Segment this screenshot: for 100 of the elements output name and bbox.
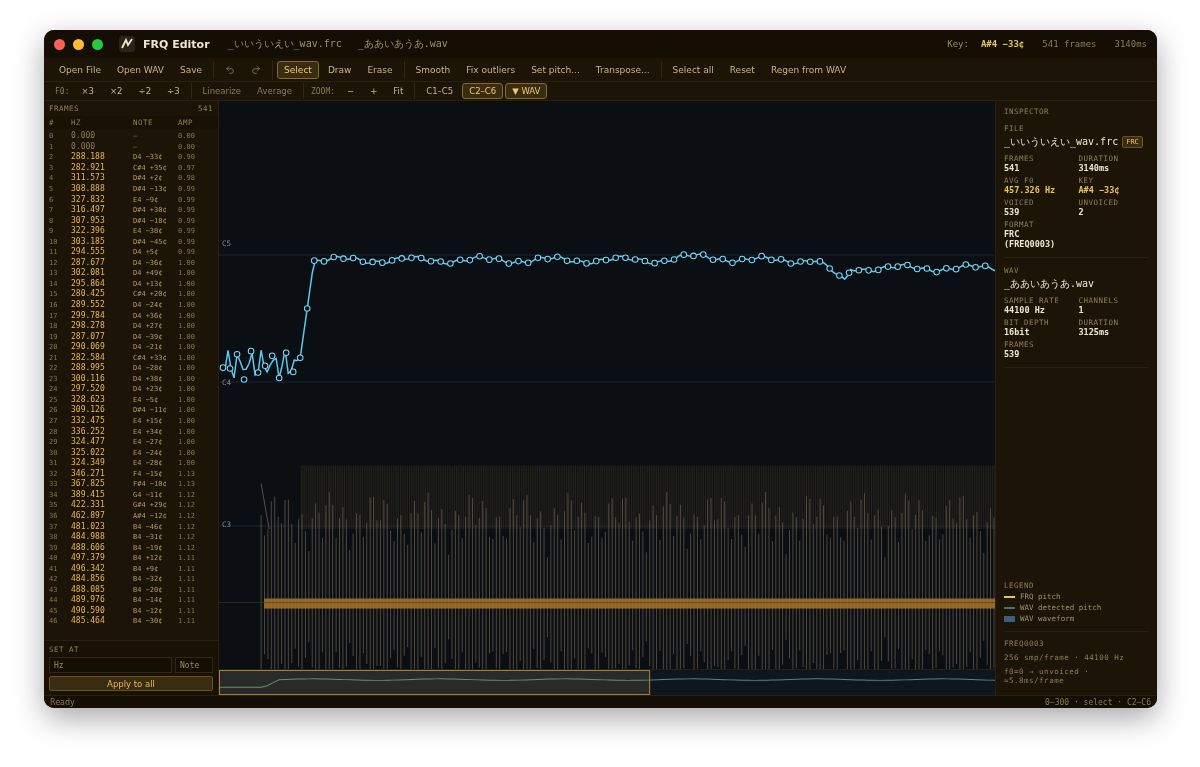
table-cell-text: 485.464 [71, 616, 106, 627]
table-cell-text: 287.077 [71, 331, 106, 342]
field-value: 539 [1004, 349, 1021, 359]
apply-button[interactable]: Apply to all [49, 676, 213, 691]
table-cell-text: 300.116 [71, 373, 106, 384]
table-cell-text: 308.888 [71, 184, 106, 194]
field-value: 3125ms [1078, 327, 1111, 337]
status-info: 0–300 · select · C2–C6 [1045, 697, 1151, 707]
table-cell-text: 295.864 [71, 278, 106, 289]
table-cell-text: 488.606 [71, 542, 106, 553]
toolbar-button[interactable]: C2–C6 [462, 83, 504, 99]
field-value: 3140ms [1078, 163, 1111, 173]
app-title: FRQ Editor [143, 37, 210, 51]
table-cell-text: 309.126 [71, 405, 106, 416]
file-name: _いいういえい_wav.frc [1004, 135, 1119, 149]
toolbar-button[interactable]: Transpose... [588, 60, 657, 79]
table-cell-text: 307.953 [71, 215, 106, 226]
table-cell-text: 0.000 [71, 141, 97, 152]
table-cell-text: 324.349 [71, 458, 106, 469]
table-cell-text: 497.379 [71, 553, 106, 564]
status-text: Ready [50, 697, 75, 707]
file-name: _ああいあうあ.wav [357, 37, 448, 51]
table-cell-text: 484.856 [71, 574, 106, 585]
table-cell-text: 294.555 [71, 247, 106, 258]
table-cell-text: 496.342 [71, 563, 106, 574]
toolbar-label: F0: [54, 86, 71, 96]
table-cell-text: 302.081 [71, 268, 106, 279]
note-field[interactable]: Note [175, 657, 213, 673]
table-cell-text: 325.022 [71, 447, 106, 458]
table-cell-text: 311.573 [71, 173, 106, 184]
table-cell-text: 324.477 [71, 437, 106, 448]
toolbar-button[interactable]: Open File [52, 60, 108, 79]
toolbar-button[interactable]: C1–C5 [419, 83, 461, 99]
table-cell-text: 282.584 [71, 352, 106, 363]
table-cell-text: 332.475 [71, 416, 106, 427]
toolbar-button[interactable]: ÷2 [131, 83, 159, 99]
table-cell-text: 367.825 [71, 479, 106, 490]
minimize-button[interactable] [73, 38, 84, 50]
toolbar-button[interactable]: Smooth [408, 60, 458, 79]
table-cell-text: 299.784 [71, 310, 106, 321]
field-value: 1 [1078, 305, 1085, 315]
table-cell-text: 484.988 [71, 532, 106, 543]
field-value: 541 [1004, 163, 1021, 173]
toolbar-button[interactable]: ▼ WAV [505, 83, 548, 99]
toolbar-button[interactable]: Fix outliers [459, 60, 523, 79]
toolbar-button[interactable]: Erase [360, 60, 400, 79]
toolbar-button[interactable]: Set pitch... [524, 60, 587, 79]
toolbar-button[interactable]: Select [277, 60, 319, 79]
table-cell-text: 327.832 [71, 194, 106, 205]
toolbar-button[interactable]: Fit [386, 83, 411, 99]
table-cell-text: 290.069 [71, 342, 106, 353]
toolbar-button[interactable]: Reset [722, 60, 762, 79]
maximize-button[interactable] [92, 38, 103, 50]
redo-icon [251, 64, 262, 75]
table-cell-text: 280.425 [71, 289, 106, 300]
key-label: Key: [947, 39, 969, 49]
toolbar-button[interactable]: Regen from WAV [763, 60, 854, 79]
toolbar-button[interactable]: Draw [320, 60, 359, 79]
toolbar-button[interactable]: Save [173, 60, 210, 79]
field-value: FRC (FREQ0003) [1004, 229, 1057, 249]
table-cell-text: 289.552 [71, 300, 106, 310]
field-value: 539 [1004, 207, 1021, 217]
toolbar-button[interactable]: Select all [665, 60, 721, 79]
field-value: A#4 −33¢ [1078, 185, 1121, 195]
toolbar-button[interactable]: + [363, 83, 385, 99]
toolbar-button[interactable]: Open WAV [109, 60, 171, 79]
toolbar-label: ZOOM: [309, 86, 337, 96]
table-cell-text: 336.252 [71, 426, 106, 437]
table-cell-text: 462.897 [71, 510, 106, 521]
table-cell-text: 489.976 [71, 595, 106, 606]
table-cell-text: 288.188 [71, 152, 106, 163]
table-cell-text: 287.677 [71, 257, 106, 268]
field-value: 16bit [1004, 327, 1031, 337]
key-value: A#4 −33¢ [980, 39, 1025, 49]
overview-drawing[interactable] [219, 670, 995, 695]
table-cell-text: 297.520 [71, 384, 106, 395]
field-value: 44100 Hz [1004, 305, 1046, 315]
undo-icon [225, 64, 236, 75]
toolbar-button[interactable]: ×3 [74, 83, 101, 99]
table-cell-text: 346.271 [71, 468, 106, 479]
table-cell-text: 389.415 [71, 489, 106, 500]
toolbar-button[interactable]: ÷3 [160, 83, 187, 99]
duration-text: 3140ms [1114, 39, 1147, 49]
table-cell-text: 303.185 [71, 236, 106, 247]
toolbar-button[interactable]: − [340, 83, 362, 99]
hz-field[interactable]: Hz [49, 657, 172, 673]
app-logo-icon [119, 36, 135, 52]
table-cell-text: 288.995 [71, 363, 106, 374]
file-name: _ああいあうあ.wav [1004, 277, 1095, 291]
table-cell-text: 282.921 [71, 162, 106, 173]
field-value: 457.326 Hz [1004, 185, 1057, 195]
toolbar-button[interactable]: ×2 [103, 83, 130, 99]
file-name: _いいういえい_wav.frc [227, 37, 342, 51]
table-cell-text: 422.331 [71, 500, 106, 511]
table-cell-text: 316.497 [71, 205, 106, 216]
table-cell-text: 0.000 [71, 131, 97, 142]
close-button[interactable] [54, 38, 65, 50]
table-cell-text: 328.623 [71, 394, 106, 405]
frame-count: 541 frames [1042, 39, 1097, 49]
table-cell-text: 490.590 [71, 605, 106, 616]
